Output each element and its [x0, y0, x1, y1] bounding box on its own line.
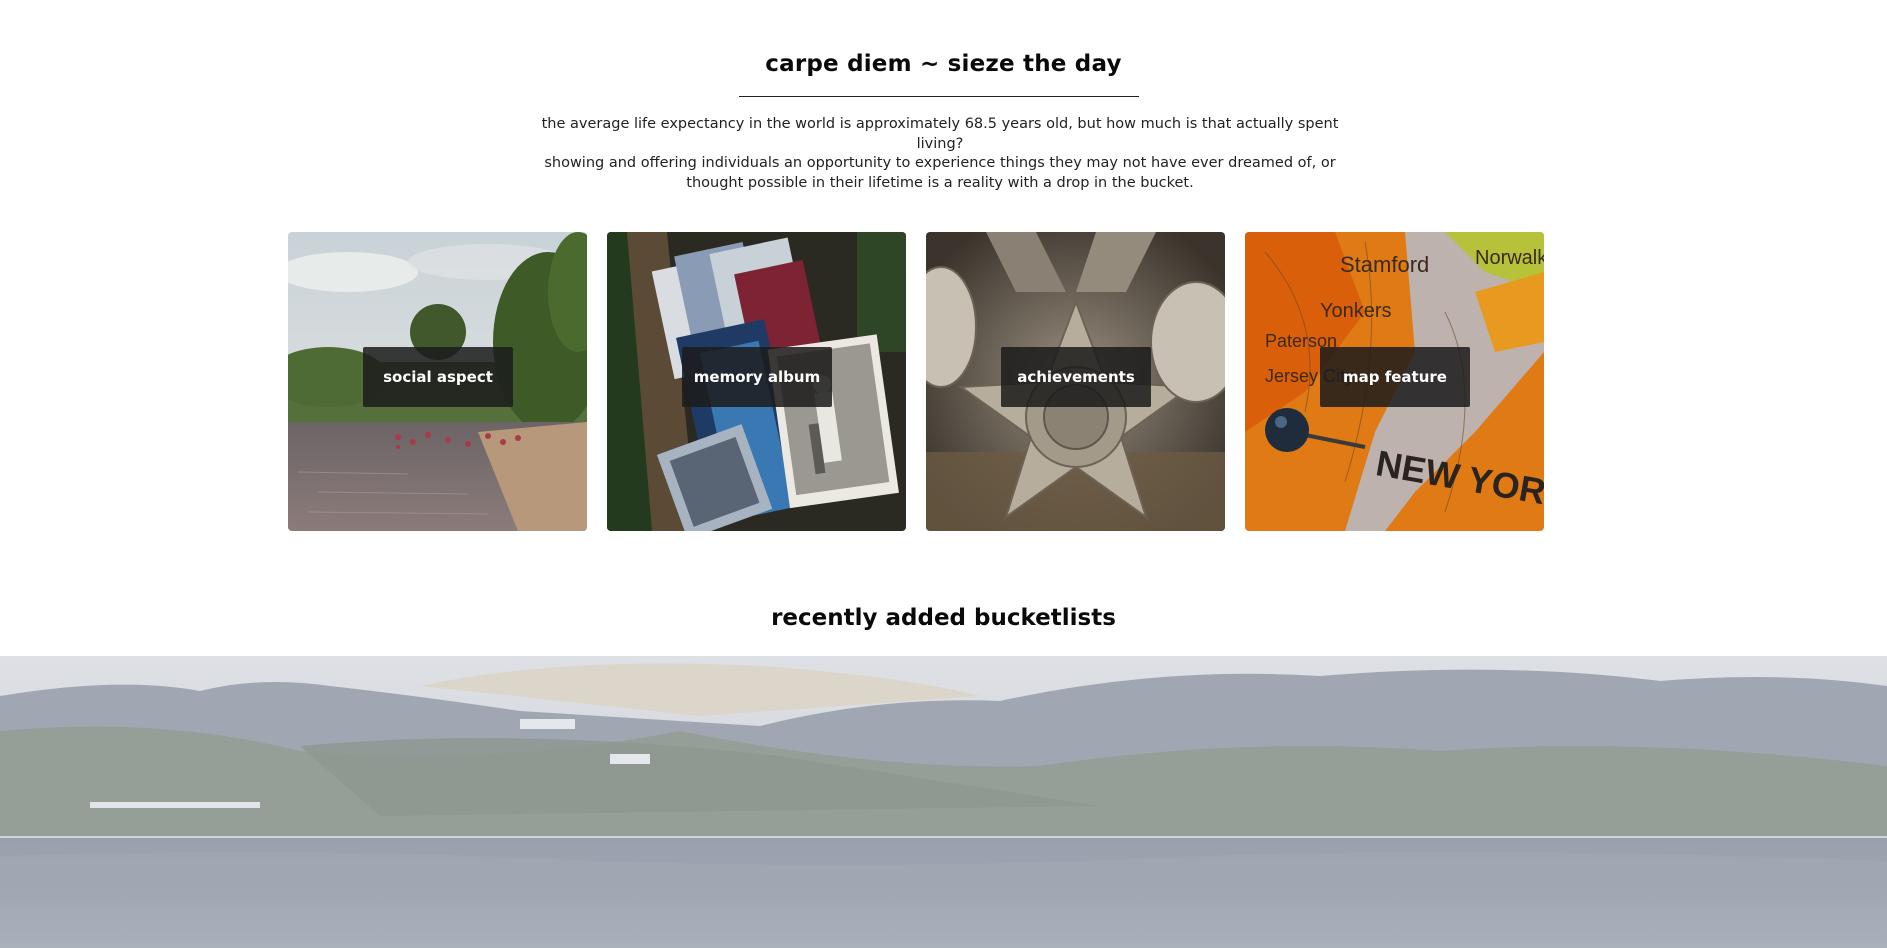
feature-card-memory-album[interactable]: memory album	[607, 232, 906, 531]
intro-line: thought possible in their lifetime is a …	[686, 174, 1194, 191]
feature-label[interactable]: social aspect	[363, 347, 513, 407]
feature-label[interactable]: memory album	[682, 347, 832, 407]
mountain-lake-photo	[0, 656, 1887, 948]
recent-bucketlists-banner	[0, 656, 1887, 948]
feature-card-achievements[interactable]: achievements	[926, 232, 1225, 531]
recent-bucketlists-title: recently added bucketlists	[771, 605, 1116, 631]
title-divider	[739, 96, 1139, 97]
intro-paragraph: the average life expectancy in the world…	[520, 115, 1360, 193]
feature-card-social-aspect[interactable]: social aspect	[288, 232, 587, 531]
map-label-yonkers: Yonkers	[1320, 300, 1392, 322]
intro-line: showing and offering individuals an oppo…	[544, 155, 1336, 171]
intro-line: the average life expectancy in the world…	[541, 116, 1339, 152]
feature-label[interactable]: achievements	[1001, 347, 1151, 407]
map-label-norwalk: Norwalk	[1475, 247, 1544, 269]
feature-label[interactable]: map feature	[1320, 347, 1470, 407]
map-label-stamford: Stamford	[1340, 252, 1429, 277]
page-title: carpe diem ~ sieze the day	[765, 51, 1122, 77]
feature-card-map-feature[interactable]: Stamford Norwalk Yonkers Paterson Jersey…	[1245, 232, 1544, 531]
